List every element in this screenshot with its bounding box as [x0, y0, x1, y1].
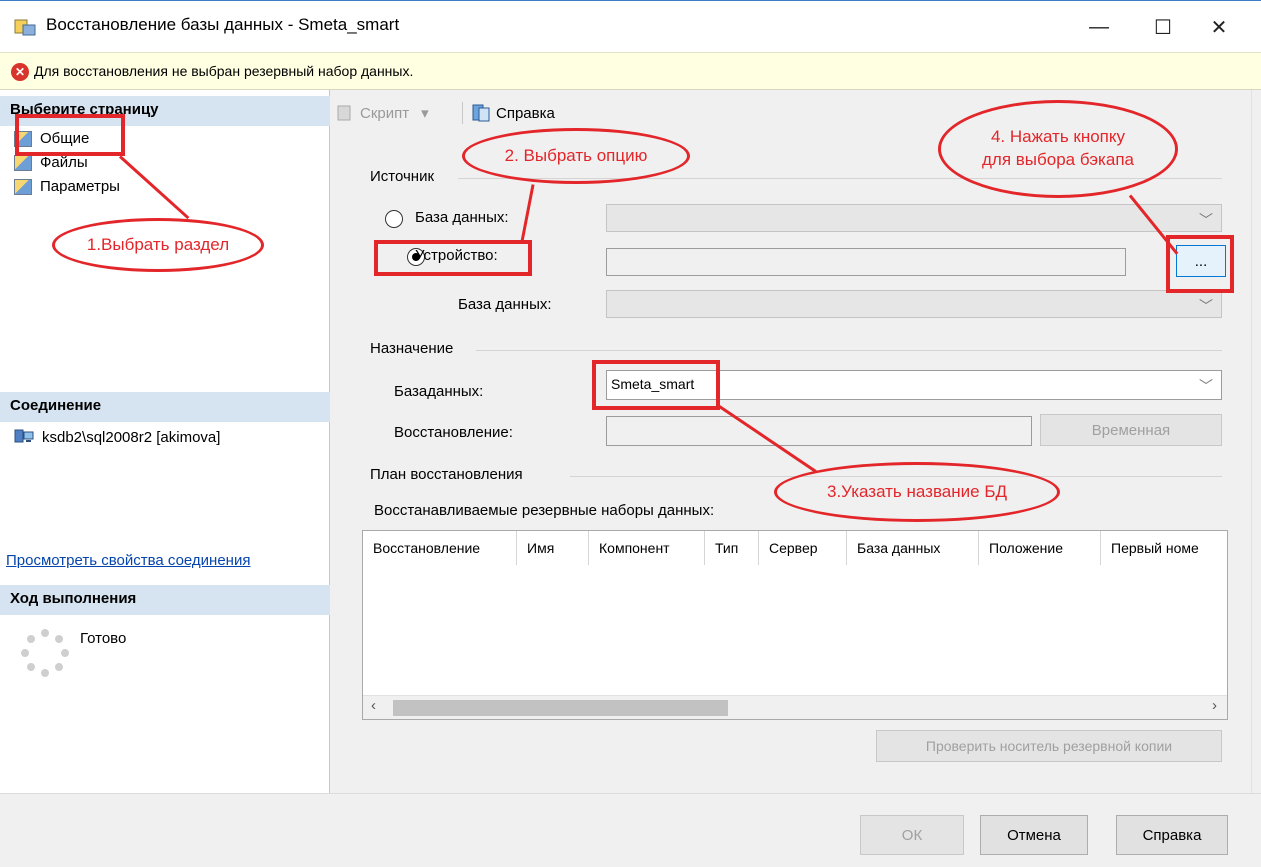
page-item-options[interactable]: Параметры — [14, 178, 120, 195]
database-radio-label: База данных: — [415, 209, 509, 226]
page-item-files[interactable]: Файлы — [14, 154, 88, 171]
timeline-button[interactable]: Временная — [1040, 414, 1222, 446]
progress-spinner-icon — [21, 629, 69, 677]
chevron-down-icon: ﹀ — [1199, 212, 1213, 228]
connection-info: ksdb2\sql2008r2 [akimova] — [14, 428, 220, 446]
restore-plan-group-title: План восстановления — [370, 466, 523, 483]
device-path-field[interactable] — [606, 248, 1126, 276]
restore-to-field[interactable] — [606, 416, 1032, 446]
script-button[interactable]: Скрипт ▾ — [336, 104, 429, 122]
maximize-button[interactable]: ☐ — [1140, 9, 1186, 45]
script-icon — [337, 105, 351, 121]
column-header[interactable]: Имя — [517, 531, 589, 565]
horizontal-scrollbar[interactable]: ‹ › — [363, 695, 1227, 719]
page-icon — [14, 154, 32, 171]
connection-header: Соединение — [0, 392, 330, 422]
window-title: Восстановление базы данных - Smeta_smart — [46, 15, 400, 34]
annotation-step2: 2. Выбрать опцию — [462, 128, 690, 184]
scroll-thumb[interactable] — [393, 700, 728, 716]
error-bar: ✕ Для восстановления не выбран резервный… — [0, 52, 1261, 90]
annotation-step1: 1.Выбрать раздел — [52, 218, 264, 272]
column-header[interactable]: Сервер — [759, 531, 847, 565]
source-database-dropdown[interactable]: ﹀ — [606, 204, 1222, 232]
scroll-right-icon[interactable]: › — [1212, 697, 1217, 714]
annotation-step3: 3.Указать название БД — [774, 462, 1060, 522]
page-icon — [14, 178, 32, 195]
chevron-down-icon: ﹀ — [1199, 378, 1213, 394]
annotation-highlight-device — [374, 240, 532, 276]
device-database-label: База данных: — [458, 296, 552, 313]
server-icon — [14, 429, 34, 443]
error-icon: ✕ — [11, 63, 29, 81]
verify-backup-button[interactable]: Проверить носитель резервной копии — [876, 730, 1222, 762]
annotation-highlight-destination — [592, 360, 720, 410]
backup-sets-grid[interactable]: Восстановление Имя Компонент Тип Сервер … — [362, 530, 1228, 720]
chevron-down-icon: ﹀ — [1199, 298, 1213, 314]
vertical-scrollbar[interactable] — [1251, 90, 1261, 793]
annotation-highlight-browse — [1166, 235, 1234, 293]
title-bar: Восстановление базы данных - Smeta_smart… — [0, 0, 1261, 52]
destination-group-title: Назначение — [370, 340, 454, 357]
toolbar-separator — [462, 102, 463, 124]
chevron-down-icon: ▾ — [421, 105, 429, 122]
column-header[interactable]: База данных — [847, 531, 979, 565]
grid-header: Восстановление Имя Компонент Тип Сервер … — [363, 531, 1227, 565]
restore-db-icon — [14, 19, 36, 36]
destination-group-line — [476, 350, 1222, 351]
ok-button[interactable]: ОК — [860, 815, 964, 855]
connection-properties-link[interactable]: Просмотреть свойства соединения — [6, 552, 250, 569]
device-database-dropdown[interactable]: ﹀ — [606, 290, 1222, 318]
column-header[interactable]: Восстановление — [363, 531, 517, 565]
column-header[interactable]: Первый номе — [1101, 531, 1227, 565]
column-header[interactable]: Компонент — [589, 531, 705, 565]
cancel-button[interactable]: Отмена — [980, 815, 1088, 855]
source-group-title: Источник — [370, 168, 435, 185]
column-header[interactable]: Положение — [979, 531, 1101, 565]
restore-to-label: Восстановление: — [394, 424, 513, 441]
scroll-left-icon[interactable]: ‹ — [371, 697, 376, 714]
error-message: Для восстановления не выбран резервный н… — [34, 63, 414, 79]
backup-sets-label: Восстанавливаемые резервные наборы данны… — [374, 502, 715, 519]
column-header[interactable]: Тип — [705, 531, 759, 565]
annotation-highlight-general — [15, 114, 125, 156]
progress-header: Ход выполнения — [0, 585, 330, 615]
help-icon — [472, 104, 490, 122]
annotation-step4: 4. Нажать кнопку для выбора бэкапа — [938, 100, 1178, 198]
close-button[interactable]: ✕ — [1196, 9, 1242, 45]
help-button[interactable]: Справка — [1116, 815, 1228, 855]
minimize-button[interactable]: — — [1076, 9, 1122, 45]
help-toolbar-button[interactable]: Справка — [472, 104, 555, 122]
database-radio[interactable] — [385, 210, 403, 228]
destination-database-label: Базаданных: — [394, 383, 484, 400]
progress-status: Готово — [80, 630, 127, 647]
